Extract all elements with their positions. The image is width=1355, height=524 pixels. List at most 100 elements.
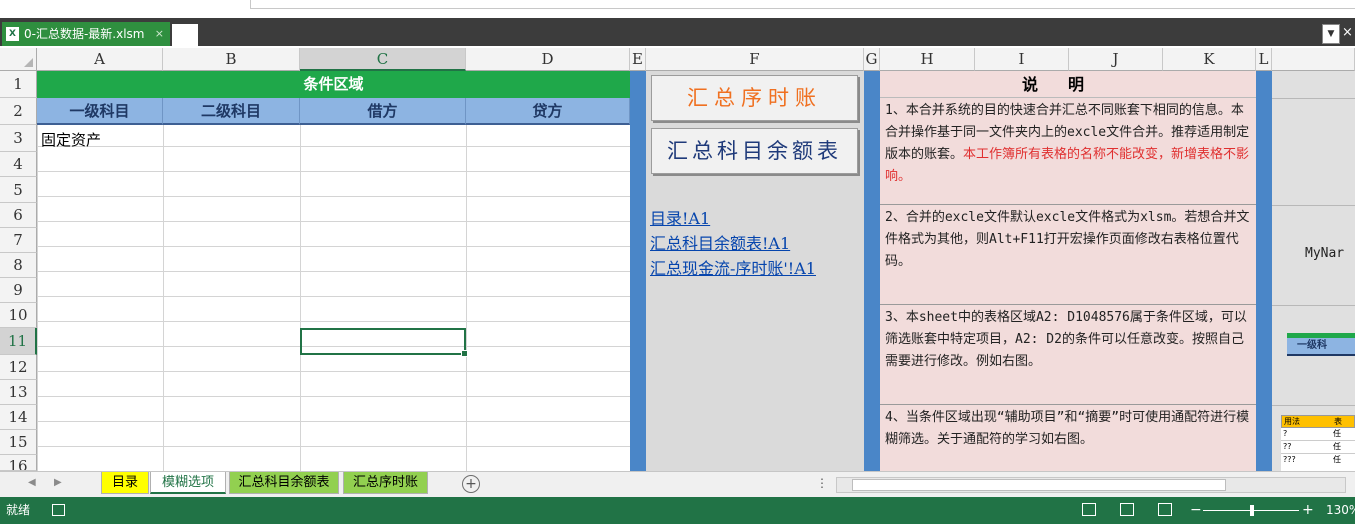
header-cell-credit[interactable]: 贷方 bbox=[466, 98, 630, 125]
document-tab[interactable]: X 0-汇总数据-最新.xlsm × bbox=[2, 22, 170, 46]
document-tab-label: 0-汇总数据-最新.xlsm bbox=[24, 27, 145, 41]
row-header[interactable]: 13 bbox=[0, 380, 37, 405]
note-3-text: 3、本sheet中的表格区域A2: D1048576属于条件区域，可以筛选账套中… bbox=[885, 310, 1247, 369]
sheet-tab-catalog[interactable]: 目录 bbox=[101, 472, 149, 494]
zoom-in-icon[interactable]: + bbox=[1302, 497, 1314, 524]
note-2[interactable]: 2、合并的excle文件默认excle文件格式为xlsm。若想合并文件格式为其他… bbox=[880, 205, 1256, 305]
gridline bbox=[1272, 405, 1355, 406]
example-table-cell: 任 bbox=[1333, 442, 1341, 451]
add-sheet-icon[interactable]: + bbox=[462, 475, 480, 493]
zoom-out-icon[interactable]: − bbox=[1190, 497, 1202, 524]
row-header[interactable]: 1 bbox=[0, 71, 37, 98]
column-header[interactable]: I bbox=[975, 48, 1069, 71]
link-cashflow-ledger[interactable]: 汇总现金流-序时账'!A1 bbox=[650, 256, 816, 281]
note-4[interactable]: 4、当条件区域出现“辅助项目”和“摘要”时可使用通配符进行模糊筛选。关于通配符的… bbox=[880, 405, 1256, 471]
example-table-cell: ? bbox=[1283, 429, 1288, 438]
next-sheet-icon[interactable]: ▶ bbox=[54, 477, 62, 488]
row-header[interactable]: 16 bbox=[0, 455, 37, 471]
status-bar bbox=[0, 497, 1355, 524]
zoom-slider-knob[interactable] bbox=[1250, 505, 1254, 516]
formula-bar[interactable] bbox=[250, 0, 1355, 9]
active-cell-c11[interactable] bbox=[300, 328, 468, 357]
myname-text: MyNar bbox=[1305, 246, 1345, 261]
cell-a3[interactable]: 固定资产 bbox=[41, 129, 101, 151]
row-header[interactable]: 10 bbox=[0, 303, 37, 328]
row-header-selected[interactable]: 11 bbox=[0, 328, 37, 355]
macro-record-icon[interactable] bbox=[52, 504, 65, 516]
note-1[interactable]: 1、本合并系统的目的快速合并汇总不同账套下相同的信息。本合并操作基于同一文件夹内… bbox=[880, 98, 1256, 205]
example-table-head-1: 用法 bbox=[1284, 417, 1300, 426]
row-header[interactable]: 4 bbox=[0, 152, 37, 177]
sheet-tab-balance[interactable]: 汇总科目余额表 bbox=[229, 472, 339, 494]
cell-grid[interactable] bbox=[37, 71, 630, 471]
example-image-condition-header: 一级科 bbox=[1287, 333, 1355, 359]
example-table-cell: 任 bbox=[1333, 455, 1341, 464]
column-l-fill bbox=[1256, 71, 1272, 471]
column-header[interactable]: D bbox=[466, 48, 630, 71]
column-header[interactable]: J bbox=[1069, 48, 1163, 71]
example-table-cell: 任 bbox=[1333, 429, 1341, 438]
column-header[interactable]: K bbox=[1163, 48, 1256, 71]
column-header[interactable]: E bbox=[630, 48, 646, 71]
example-header-label: 一级科 bbox=[1287, 338, 1355, 356]
header-cell-secondary-account[interactable]: 二级科目 bbox=[163, 98, 300, 125]
row-header[interactable]: 2 bbox=[0, 98, 37, 125]
row-header[interactable]: 9 bbox=[0, 278, 37, 303]
column-header[interactable] bbox=[1272, 48, 1355, 71]
note-2-text: 2、合并的excle文件默认excle文件格式为xlsm。若想合并文件格式为其他… bbox=[885, 210, 1250, 269]
example-table-head-2: 表 bbox=[1334, 417, 1342, 426]
header-cell-primary-account[interactable]: 一级科目 bbox=[37, 98, 163, 125]
row-header[interactable]: 7 bbox=[0, 228, 37, 253]
example-table-cell: ??? bbox=[1283, 455, 1296, 464]
note-4-text: 4、当条件区域出现“辅助项目”和“摘要”时可使用通配符进行模糊筛选。关于通配符的… bbox=[885, 410, 1250, 447]
column-header[interactable]: H bbox=[880, 48, 975, 71]
row-header[interactable]: 8 bbox=[0, 253, 37, 278]
close-window-icon[interactable]: × bbox=[1342, 22, 1355, 44]
header-cell-debit[interactable]: 借方 bbox=[300, 98, 466, 125]
gridline bbox=[1272, 205, 1355, 206]
zoom-level[interactable]: 130% bbox=[1326, 497, 1355, 524]
gridline bbox=[1272, 98, 1355, 99]
link-catalog[interactable]: 目录!A1 bbox=[650, 206, 710, 231]
horizontal-scrollbar-thumb[interactable] bbox=[852, 479, 1226, 491]
row-header[interactable]: 15 bbox=[0, 430, 37, 455]
example-image-wildcard-table: 用法 表 ? 任 ?? 任 ??? 任 bbox=[1281, 415, 1355, 471]
prev-sheet-icon[interactable]: ◀ bbox=[28, 477, 36, 488]
document-tab-bar bbox=[0, 18, 1355, 46]
column-header[interactable]: F bbox=[646, 48, 864, 71]
column-header[interactable]: G bbox=[864, 48, 880, 71]
row-header[interactable]: 5 bbox=[0, 177, 37, 203]
chevron-down-icon[interactable]: ▼ bbox=[1322, 24, 1340, 44]
close-tab-icon[interactable]: × bbox=[155, 22, 164, 46]
gridline bbox=[300, 125, 301, 471]
column-header[interactable]: L bbox=[1256, 48, 1272, 71]
row-header[interactable]: 14 bbox=[0, 405, 37, 430]
new-tab-area[interactable] bbox=[172, 24, 198, 46]
condition-area-title[interactable]: 条件区域 bbox=[37, 71, 630, 98]
column-header[interactable]: A bbox=[37, 48, 163, 71]
select-all-corner[interactable] bbox=[0, 48, 37, 71]
note-3[interactable]: 3、本sheet中的表格区域A2: D1048576属于条件区域，可以筛选账套中… bbox=[880, 305, 1256, 405]
column-header-selected[interactable]: C bbox=[300, 48, 466, 71]
gridline bbox=[163, 125, 164, 471]
page-layout-view-icon[interactable] bbox=[1120, 503, 1134, 516]
summary-balance-button[interactable]: 汇总科目余额表 bbox=[651, 128, 858, 174]
sheet-tab-ledger[interactable]: 汇总序时账 bbox=[343, 472, 428, 494]
normal-view-icon[interactable] bbox=[1082, 503, 1096, 516]
summary-ledger-button[interactable]: 汇总序时账 bbox=[651, 75, 858, 121]
notes-title[interactable]: 说明 bbox=[880, 71, 1256, 98]
example-table-cell: ?? bbox=[1283, 442, 1292, 451]
status-ready: 就绪 bbox=[6, 503, 31, 517]
sheet-tab-fuzzy-options[interactable]: 模糊选项 bbox=[150, 472, 226, 494]
column-header[interactable]: B bbox=[163, 48, 300, 71]
right-panel bbox=[1272, 71, 1355, 471]
gridline bbox=[466, 125, 467, 471]
row-header[interactable]: 6 bbox=[0, 203, 37, 228]
row-header[interactable]: 12 bbox=[0, 355, 37, 380]
gridline bbox=[1272, 305, 1355, 306]
tab-split-handle-icon[interactable]: ⋮ bbox=[816, 476, 828, 490]
page-break-view-icon[interactable] bbox=[1158, 503, 1172, 516]
column-g-fill bbox=[864, 71, 880, 471]
row-header[interactable]: 3 bbox=[0, 125, 37, 152]
link-balance-sheet[interactable]: 汇总科目余额表!A1 bbox=[650, 231, 790, 256]
